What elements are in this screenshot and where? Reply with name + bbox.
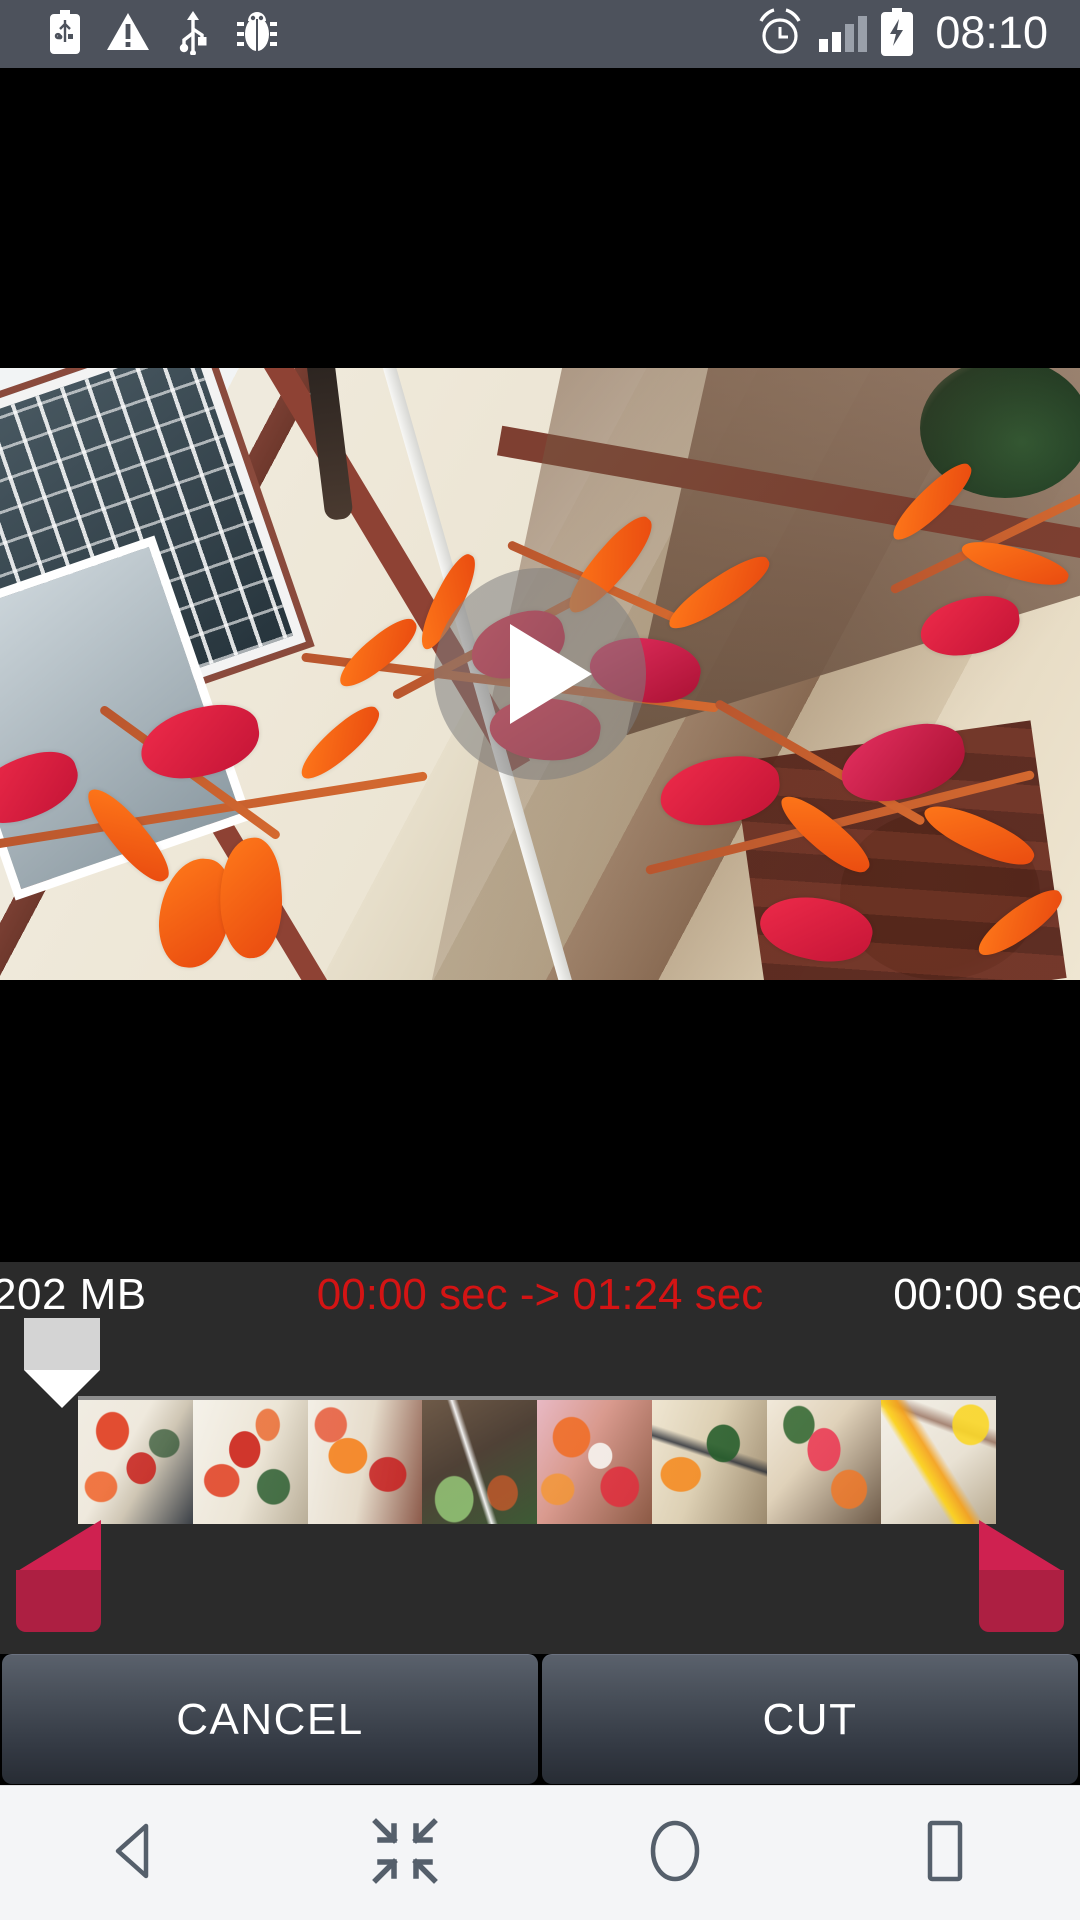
status-bar-left-icons bbox=[20, 9, 278, 60]
play-triangle-icon bbox=[510, 624, 592, 724]
recents-icon bbox=[908, 1814, 982, 1893]
system-navigation-bar bbox=[0, 1785, 1080, 1920]
trim-handle-start-body bbox=[16, 1570, 101, 1632]
nav-recents-button[interactable] bbox=[845, 1786, 1045, 1920]
filmstrip-thumbnails bbox=[78, 1400, 996, 1524]
app-screen: 08:10 202 MB 00:00 sec -> 01:24 sec 00:0… bbox=[0, 0, 1080, 1920]
filmstrip-thumbnail[interactable] bbox=[881, 1400, 996, 1524]
trim-range-label: 00:00 sec -> 01:24 sec bbox=[316, 1270, 764, 1319]
status-bar: 08:10 bbox=[0, 0, 1080, 68]
trim-handle-start[interactable] bbox=[16, 1520, 101, 1632]
trim-handle-end-body bbox=[979, 1570, 1064, 1632]
filmstrip-thumbnail[interactable] bbox=[78, 1400, 193, 1524]
filmstrip-thumbnail[interactable] bbox=[537, 1400, 652, 1524]
play-button[interactable] bbox=[434, 568, 646, 780]
action-button-bar: CANCEL CUT bbox=[0, 1654, 1080, 1784]
cut-button[interactable]: CUT bbox=[542, 1654, 1078, 1784]
playhead-marker[interactable] bbox=[24, 1318, 100, 1408]
filmstrip-thumbnail[interactable] bbox=[766, 1400, 882, 1524]
home-icon bbox=[638, 1814, 712, 1893]
filmstrip-thumbnail[interactable] bbox=[422, 1400, 537, 1524]
current-position-label: 00:00 sec bbox=[893, 1270, 1080, 1319]
trim-handle-end[interactable] bbox=[979, 1520, 1064, 1632]
filmstrip-thumbnail[interactable] bbox=[651, 1400, 767, 1524]
nav-back-button[interactable] bbox=[35, 1786, 235, 1920]
collapse-arrows-icon bbox=[372, 1817, 438, 1889]
filmstrip-thumbnail[interactable] bbox=[307, 1400, 423, 1524]
warning-triangle-icon bbox=[106, 12, 150, 57]
video-preview-area[interactable] bbox=[0, 68, 1080, 1262]
trim-handle-start-diagonal bbox=[16, 1520, 101, 1572]
filmstrip-thumbnail[interactable] bbox=[192, 1400, 308, 1524]
signal-bars-icon bbox=[819, 16, 868, 52]
trim-info-line: 202 MB 00:00 sec -> 01:24 sec 00:00 sec bbox=[0, 1262, 1080, 1328]
filmstrip[interactable] bbox=[78, 1396, 996, 1524]
bug-icon bbox=[236, 10, 278, 59]
alarm-clock-icon bbox=[755, 7, 805, 62]
usb-battery-icon bbox=[50, 9, 80, 59]
file-size-label: 202 MB bbox=[0, 1270, 147, 1319]
nav-home-button[interactable] bbox=[575, 1786, 775, 1920]
video-frame bbox=[0, 368, 1080, 980]
status-bar-right-icons: 08:10 bbox=[755, 7, 1060, 62]
cancel-button[interactable]: CANCEL bbox=[2, 1654, 538, 1784]
nav-shrink-screen-button[interactable] bbox=[305, 1786, 505, 1920]
battery-charging-icon bbox=[881, 7, 914, 61]
status-bar-clock: 08:10 bbox=[935, 7, 1048, 58]
playhead-body bbox=[24, 1318, 100, 1370]
usb-icon bbox=[176, 9, 210, 60]
trim-handle-end-diagonal bbox=[979, 1520, 1064, 1572]
back-icon bbox=[98, 1814, 172, 1893]
